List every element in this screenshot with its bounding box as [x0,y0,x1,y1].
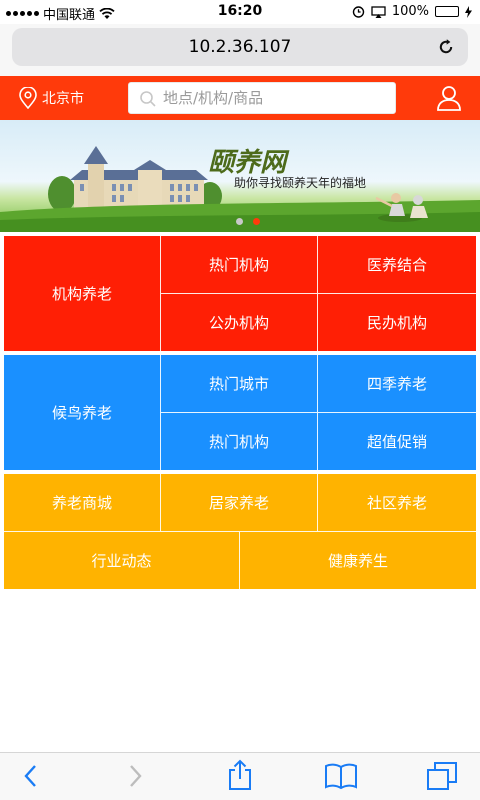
search-icon [140,91,156,107]
user-icon[interactable] [436,84,462,112]
menu-institution-care[interactable]: 机构养老 [4,236,161,351]
share-icon[interactable] [226,759,254,791]
status-bar: 中国联通 16:20 100% [0,0,480,24]
menu-hot-institutions-blue[interactable]: 热门机构 [161,413,318,470]
carousel-dot-active[interactable] [253,218,260,225]
battery-percent: 100% [391,4,429,19]
menu-hot-institutions[interactable]: 热门机构 [161,236,318,294]
url-text[interactable]: 10.2.36.107 [12,37,468,57]
menu-hot-cities[interactable]: 热门城市 [161,355,318,413]
banner-carousel[interactable]: 颐养网 助你寻找颐养天年的福地 [0,120,480,232]
forward-icon[interactable] [124,763,146,789]
address-bar[interactable]: 10.2.36.107 [12,28,468,66]
location-pin-icon [19,87,37,109]
battery-icon [435,6,459,17]
menu-group-institution: 机构养老 热门机构 医养结合 公办机构 民办机构 [4,236,476,351]
back-icon[interactable] [20,763,42,789]
menu-migratory-care[interactable]: 候鸟养老 [4,355,161,470]
charging-icon [465,5,472,18]
status-right: 100% [352,4,472,19]
menu-elderly-mall[interactable]: 养老商城 [4,474,161,532]
menu-public-institutions[interactable]: 公办机构 [161,294,318,351]
menu-private-institutions[interactable]: 民办机构 [318,294,476,351]
menu-four-seasons[interactable]: 四季养老 [318,355,476,413]
alarm-icon [352,6,365,18]
tabs-icon[interactable] [426,761,458,791]
menu-home-care[interactable]: 居家养老 [161,474,318,532]
menu-special-offers[interactable]: 超值促销 [318,413,476,470]
browser-toolbar [0,752,480,800]
carousel-indicator [236,218,260,225]
banner-slogan: 助你寻找颐养天年的福地 [234,176,367,190]
browser-address-area: 10.2.36.107 [0,24,480,76]
menu-group-migratory: 候鸟养老 热门城市 四季养老 热门机构 超值促销 [4,355,476,470]
city-label[interactable]: 北京市 [42,88,84,108]
menu-health-wellness[interactable]: 健康养生 [240,532,476,589]
search-box[interactable] [128,82,396,114]
screen-mirror-icon [371,5,386,18]
menu-community-care[interactable]: 社区养老 [318,474,476,532]
menu-medical-care[interactable]: 医养结合 [318,236,476,294]
screen: 中国联通 16:20 100% 10.2.36.107 北京市 地点/机构/商品… [0,0,480,800]
site-header: 北京市 [0,76,480,120]
bookmarks-icon[interactable] [324,762,358,790]
carousel-dot[interactable] [236,218,243,225]
menu-group-services: 养老商城 居家养老 社区养老 行业动态 健康养生 [4,474,476,589]
city-selector[interactable]: 北京市 [18,87,84,109]
menu-industry-news[interactable]: 行业动态 [4,532,240,589]
search-input[interactable] [163,87,389,109]
reload-icon[interactable] [436,37,456,57]
